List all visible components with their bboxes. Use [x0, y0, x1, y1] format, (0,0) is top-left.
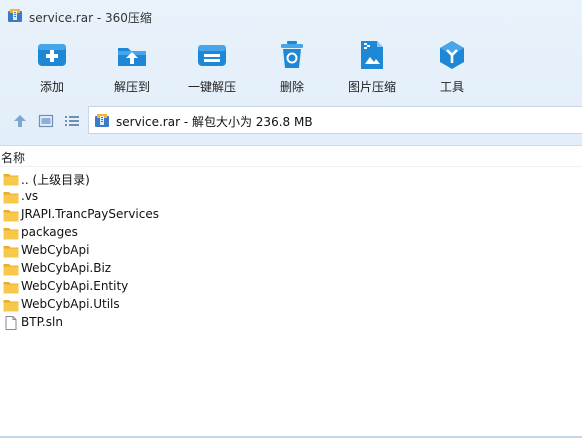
image-compress-label: 图片压缩: [347, 80, 396, 94]
list-item-name: JRAPI.TrancPayServices: [21, 207, 159, 221]
folder-icon: [3, 300, 19, 312]
folder-icon: [3, 174, 19, 186]
folder-icon: [3, 228, 19, 240]
tools-icon: [440, 41, 464, 69]
list-item-name: BTP.sln: [21, 315, 63, 329]
add-button[interactable]: 添加: [15, 40, 89, 100]
navigation-bar: service.rar - 解包大小为 236.8 MB: [0, 106, 582, 136]
add-icon: [38, 44, 66, 66]
list-view-icon[interactable]: [64, 113, 80, 129]
toolbar: 添加 解压到 一键解压 删除 图片压缩 工具: [0, 34, 582, 100]
add-label: 添加: [39, 80, 64, 94]
list-item-name: packages: [21, 225, 78, 239]
folder-icon: [3, 264, 19, 276]
list-item[interactable]: WebCybApi.Utils: [0, 296, 582, 314]
list-item[interactable]: BTP.sln: [0, 314, 582, 332]
list-item-name: WebCybApi: [21, 243, 90, 257]
up-arrow-icon[interactable]: [12, 113, 28, 129]
one-click-extract-icon: [198, 45, 226, 66]
top-panel: service.rar - 360压缩 添加 解压到 一键解压 删除 图片压缩 …: [0, 0, 582, 146]
list-item-name: .vs: [21, 189, 39, 203]
image-compress-button[interactable]: 图片压缩: [335, 40, 409, 100]
one-click-extract-button[interactable]: 一键解压: [175, 40, 249, 100]
rar-archive-icon: [8, 9, 22, 22]
title-bar: service.rar - 360压缩: [0, 0, 582, 34]
tools-button[interactable]: 工具: [415, 40, 489, 100]
view-icon[interactable]: [38, 113, 54, 129]
address-text: service.rar - 解包大小为 236.8 MB: [116, 115, 313, 129]
list-item-name: .. (上级目录): [21, 173, 90, 187]
list-item[interactable]: .vs: [0, 188, 582, 206]
list-item[interactable]: WebCybApi.Entity: [0, 278, 582, 296]
list-item-name: WebCybApi.Entity: [21, 279, 129, 293]
list-item-name: WebCybApi.Biz: [21, 261, 112, 275]
image-compress-icon: [361, 41, 383, 69]
list-item[interactable]: JRAPI.TrancPayServices: [0, 206, 582, 224]
file-icon: [5, 316, 17, 330]
folder-icon: [3, 210, 19, 222]
folder-icon: [3, 282, 19, 294]
delete-label: 删除: [279, 80, 304, 94]
one-click-extract-label: 一键解压: [187, 80, 236, 94]
column-header-name[interactable]: 名称: [0, 146, 582, 167]
tools-label: 工具: [439, 80, 464, 94]
folder-icon: [3, 246, 19, 258]
list-item-parent-directory[interactable]: .. (上级目录): [0, 170, 582, 188]
delete-icon: [281, 41, 303, 68]
list-item[interactable]: WebCybApi.Biz: [0, 260, 582, 278]
delete-button[interactable]: 删除: [255, 40, 329, 100]
extract-to-label: 解压到: [113, 80, 150, 94]
list-item[interactable]: WebCybApi: [0, 242, 582, 260]
window-title: service.rar - 360压缩: [29, 11, 152, 25]
list-item-name: WebCybApi.Utils: [21, 297, 120, 311]
extract-to-icon: [118, 48, 146, 66]
address-bar[interactable]: service.rar - 解包大小为 236.8 MB: [88, 106, 582, 134]
rar-archive-icon: [95, 114, 109, 127]
column-header-label: 名称: [1, 151, 26, 165]
extract-to-button[interactable]: 解压到: [95, 40, 169, 100]
list-item[interactable]: packages: [0, 224, 582, 242]
folder-icon: [3, 192, 19, 204]
